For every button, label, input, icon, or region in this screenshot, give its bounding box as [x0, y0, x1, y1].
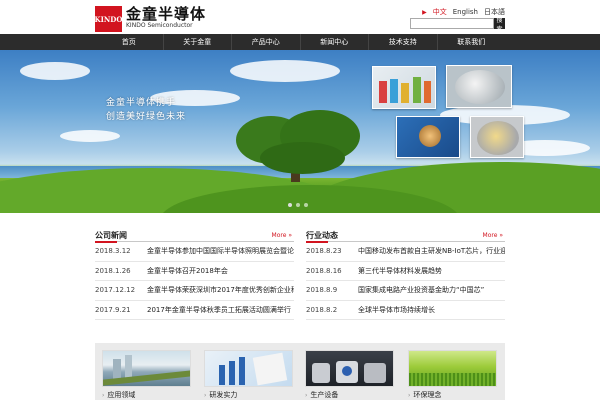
feature-thumbnails: › 应用领域 › 研发实力 › 生产设备 › 环保理念 [95, 343, 505, 400]
slider-dot[interactable] [296, 203, 300, 207]
industry-news-title: 行业动态 [306, 231, 338, 243]
news-date: 2018.3.12 [95, 247, 131, 256]
news-headline[interactable]: 金童半导体荣获深圳市2017年度优秀创新企业称号 [147, 285, 294, 295]
thumb-label: 环保理念 [413, 391, 442, 399]
lang-english-link[interactable]: English [453, 8, 478, 16]
disc [477, 121, 519, 155]
nav-item-news[interactable]: 新闻中心 [301, 34, 369, 50]
thumb-image-grass [408, 350, 497, 387]
company-news-more-link[interactable]: More » [272, 232, 292, 239]
logo[interactable]: KINDO 金童半導体 KINDO Semiconductor [95, 6, 206, 32]
news-item[interactable]: 2018.8.9 国家集成电路产业投资基金助力“中国芯” [306, 281, 505, 301]
nav-item-products[interactable]: 产品中心 [232, 34, 301, 50]
thumb-label: 研发实力 [209, 391, 238, 399]
tree-crown [260, 142, 345, 174]
slider-dots [288, 203, 308, 207]
chevron-right-icon: › [305, 391, 308, 399]
lang-chinese-link[interactable]: 中文 [433, 7, 447, 17]
logo-english-name: KINDO Semiconductor [126, 22, 193, 29]
news-item[interactable]: 2017.12.12 金童半导体荣获深圳市2017年度优秀创新企业称号 [95, 281, 294, 301]
machine-dial [342, 366, 352, 376]
thumb-image-machines [305, 350, 394, 387]
news-headline[interactable]: 国家集成电路产业投资基金助力“中国芯” [358, 285, 505, 295]
thumb-image-chart [204, 350, 293, 387]
news-date: 2018.8.23 [306, 247, 342, 256]
wafer [455, 70, 505, 104]
thumb-image-highway [102, 350, 191, 387]
industry-news-panel: 行业动态 More » 2018.8.23 中国移动发布首款自主研发NB-IoT… [306, 230, 505, 320]
cloud [60, 130, 120, 142]
nav-item-home[interactable]: 首页 [95, 34, 164, 50]
site-header: KINDO 金童半導体 KINDO Semiconductor ▶ 中文 Eng… [0, 0, 600, 34]
chevron-right-icon: › [204, 391, 207, 399]
product-photo-wafer [446, 65, 512, 108]
news-date: 2017.9.21 [95, 305, 131, 314]
nav-item-contact[interactable]: 联系我们 [438, 34, 506, 50]
bottle [424, 81, 431, 103]
bottle [390, 79, 398, 103]
thumb-label: 生产设备 [310, 391, 339, 399]
news-headline[interactable]: 金童半导体召开2018年会 [147, 266, 294, 276]
bar [229, 361, 235, 385]
banner-line-1: 金童半導体携手 [106, 98, 177, 108]
thumb-card[interactable]: › 环保理念 [408, 350, 497, 400]
thumb-card[interactable]: › 研发实力 [204, 350, 293, 400]
logo-chinese-name: 金童半導体 [126, 5, 207, 23]
play-arrow-icon: ▶ [422, 8, 427, 16]
main-nav: 首页 关于金童 产品中心 新闻中心 技术支持 联系我们 [0, 34, 600, 50]
bar [219, 365, 225, 385]
product-photo-module [396, 116, 460, 158]
product-photo-bottles [372, 66, 436, 109]
search-bar: 搜索 [410, 18, 505, 33]
thumb-card[interactable]: › 应用领域 [102, 350, 191, 400]
paper [252, 352, 288, 386]
chevron-right-icon: › [408, 391, 411, 399]
news-date: 2018.8.9 [306, 286, 338, 295]
hero-banner: 金童半導体携手 创造美好绿色未来 [0, 50, 600, 213]
bar [239, 357, 245, 385]
news-date: 2018.1.26 [95, 266, 131, 275]
nav-item-about[interactable]: 关于金童 [164, 34, 232, 50]
nav-item-support[interactable]: 技术支持 [369, 34, 438, 50]
industry-news-more-link[interactable]: More » [483, 232, 503, 239]
news-item[interactable]: 2017.9.21 2017年金童半导体秋季员工拓展活动圆满举行 [95, 301, 294, 320]
news-headline[interactable]: 全球半导体市场持续增长 [358, 305, 505, 315]
search-button[interactable]: 搜索 [494, 18, 505, 33]
grass [409, 373, 496, 386]
language-switcher: ▶ 中文 English 日本語 [422, 7, 505, 17]
news-date: 2018.8.16 [306, 266, 342, 275]
company-news-title: 公司新闻 [95, 231, 127, 243]
news-date: 2017.12.12 [95, 286, 136, 295]
cloud [20, 62, 90, 80]
cloud [230, 60, 340, 82]
product-photo-disc [470, 116, 524, 158]
news-headline[interactable]: 2017年金童半导体秋季员工拓展活动圆满举行 [147, 305, 294, 315]
news-item[interactable]: 2018.3.12 金童半导体参加中国国际半导体照明展览会暨论坛 [95, 242, 294, 262]
bottle [379, 81, 387, 103]
search-input[interactable] [410, 18, 494, 29]
news-item[interactable]: 2018.1.26 金童半导体召开2018年会 [95, 262, 294, 281]
news-headline[interactable]: 金童半导体参加中国国际半导体照明展览会暨论坛 [147, 246, 294, 256]
module [419, 125, 441, 147]
news-headline[interactable]: 中国移动发布首款自主研发NB-IoT芯片，行业迎来新机遇 [358, 246, 505, 256]
news-item[interactable]: 2018.8.2 全球半导体市场持续增长 [306, 301, 505, 320]
bottle [401, 83, 409, 103]
news-item[interactable]: 2018.8.16 第三代半导体材料发展趋势 [306, 262, 505, 281]
banner-line-2: 创造美好绿色未来 [106, 112, 187, 122]
company-news-panel: 公司新闻 More » 2018.3.12 金童半导体参加中国国际半导体照明展览… [95, 230, 294, 320]
news-date: 2018.8.2 [306, 305, 338, 314]
thumb-card[interactable]: › 生产设备 [305, 350, 394, 400]
slider-dot[interactable] [288, 203, 292, 207]
news-item[interactable]: 2018.8.23 中国移动发布首款自主研发NB-IoT芯片，行业迎来新机遇 [306, 242, 505, 262]
chevron-right-icon: › [102, 391, 105, 399]
news-headline[interactable]: 第三代半导体材料发展趋势 [358, 266, 505, 276]
machine [312, 363, 330, 383]
thumb-label: 应用领域 [107, 391, 136, 399]
bottle [413, 77, 421, 103]
logo-mark: KINDO [95, 6, 122, 32]
slider-dot[interactable] [304, 203, 308, 207]
machine [364, 363, 386, 383]
